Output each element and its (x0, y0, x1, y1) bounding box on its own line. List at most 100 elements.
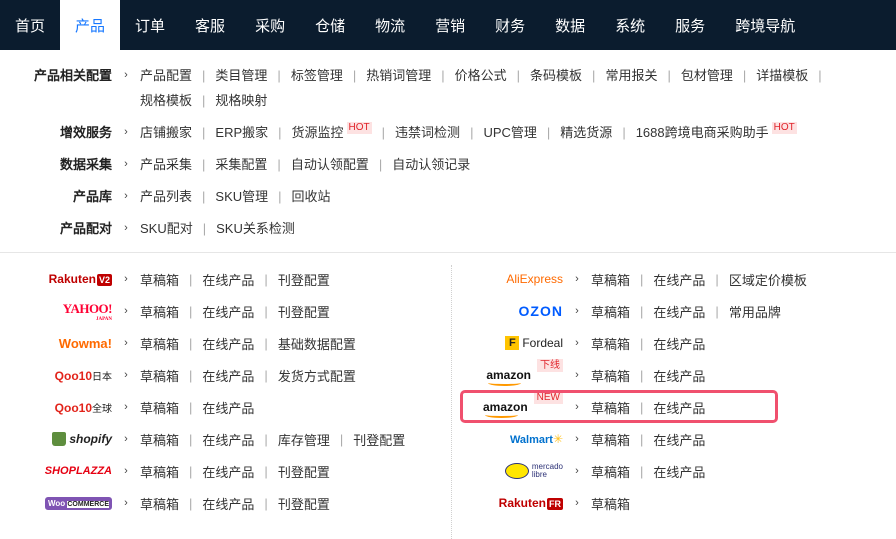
config-link-label[interactable]: 价格公式 (455, 63, 507, 88)
platform-link[interactable]: 常用品牌 (729, 302, 781, 321)
link-separator: | (278, 125, 282, 140)
nav-item-6[interactable]: 物流 (360, 0, 420, 50)
link-separator: | (352, 68, 357, 83)
platform-logo-cell: Rakuten FR (453, 491, 563, 515)
nav-item-0[interactable]: 首页 (0, 0, 60, 50)
nav-item-3[interactable]: 客服 (180, 0, 240, 50)
nav-item-11[interactable]: 服务 (660, 0, 720, 50)
config-link[interactable]: 精选货源 (560, 120, 612, 145)
nav-item-4[interactable]: 采购 (240, 0, 300, 50)
link-separator: | (640, 463, 644, 479)
config-link-label[interactable]: 类目管理 (215, 63, 267, 88)
config-link-label[interactable]: 自动认领配置 (291, 152, 369, 177)
link-separator: | (202, 221, 207, 236)
platform-link[interactable]: 在线产品 (653, 302, 705, 321)
nav-item-1[interactable]: 产品 (60, 0, 121, 50)
config-link-label[interactable]: 采集配置 (215, 152, 267, 177)
nav-item-10[interactable]: 系统 (600, 0, 660, 50)
config-link-label[interactable]: 店铺搬家 (140, 120, 192, 145)
platform-link[interactable]: 在线产品 (653, 430, 705, 449)
platform-link[interactable]: 在线产品 (653, 270, 705, 289)
config-link[interactable]: 产品列表 (140, 184, 192, 209)
config-link[interactable]: 条码模板 (530, 63, 582, 88)
config-link-label[interactable]: 精选货源 (560, 120, 612, 145)
config-row-links: 产品采集 | 采集配置 | 自动认领配置 | 自动认领记录 (140, 152, 852, 177)
chevron-right-icon: › (124, 158, 128, 170)
platform-row: AliExpress › 草稿箱 | 在线产品 | 区域定价模板 (0, 263, 896, 295)
config-link-label[interactable]: UPC管理 (483, 120, 536, 145)
config-link[interactable]: 标签管理 (291, 63, 343, 88)
config-link-label[interactable]: 货源监控 (292, 120, 344, 145)
platform-link[interactable]: 草稿箱 (591, 430, 630, 449)
config-link[interactable]: 采集配置 (215, 152, 267, 177)
platform-row: Rakuten FR › 草稿箱 (0, 487, 896, 519)
platform-link[interactable]: 草稿箱 (591, 366, 630, 385)
nav-item-9[interactable]: 数据 (540, 0, 600, 50)
config-link-label[interactable]: 产品采集 (140, 152, 192, 177)
config-link-label[interactable]: 自动认领记录 (392, 152, 470, 177)
platform-link[interactable]: 草稿箱 (591, 302, 630, 321)
config-link-label[interactable]: 包材管理 (681, 63, 733, 88)
config-link[interactable]: 店铺搬家 (140, 120, 192, 145)
nav-item-5[interactable]: 仓储 (300, 0, 360, 50)
config-link-label[interactable]: 1688跨境电商采购助手 (636, 120, 769, 145)
config-link-label[interactable]: SKU配对 (140, 216, 193, 241)
platform-link[interactable]: 在线产品 (653, 366, 705, 385)
nav-item-7[interactable]: 营销 (420, 0, 480, 50)
link-separator: | (640, 431, 644, 447)
config-link[interactable]: 常用报关 (605, 63, 657, 88)
config-link-label[interactable]: 标签管理 (291, 63, 343, 88)
config-link[interactable]: 自动认领记录 (392, 152, 470, 177)
config-link[interactable]: 价格公式 (455, 63, 507, 88)
platform-link[interactable]: 草稿箱 (591, 270, 630, 289)
config-link-label[interactable]: 规格映射 (215, 88, 267, 113)
config-row-label: 增效服务 (59, 125, 112, 140)
config-link[interactable]: 产品采集 (140, 152, 192, 177)
config-link-label[interactable]: 条码模板 (530, 63, 582, 88)
link-separator: | (470, 125, 474, 140)
platform-link[interactable]: 在线产品 (653, 334, 705, 353)
config-link[interactable]: 类目管理 (215, 63, 267, 88)
config-link[interactable]: 产品配置 (140, 63, 192, 88)
platform-link[interactable]: 草稿箱 (591, 494, 630, 513)
config-row: 数据采集 › 产品采集 | 采集配置 | 自动认领配置 | 自动认领记录 (0, 152, 896, 177)
platform-link[interactable]: 草稿箱 (591, 462, 630, 481)
config-link-label[interactable]: 规格模板 (140, 88, 192, 113)
config-link-label[interactable]: 常用报关 (605, 63, 657, 88)
config-link[interactable]: SKU关系检测 (216, 216, 295, 241)
config-link[interactable]: 自动认领配置 (291, 152, 369, 177)
config-link[interactable]: 1688跨境电商采购助手 HOT (636, 120, 797, 145)
config-link[interactable]: 回收站 (292, 184, 331, 209)
platform-links: 草稿箱 | 在线产品 (591, 462, 705, 481)
config-link[interactable]: 包材管理 (681, 63, 733, 88)
config-link[interactable]: 规格模板 (140, 88, 192, 113)
config-link[interactable]: UPC管理 (483, 120, 536, 145)
config-link-label[interactable]: SKU管理 (215, 184, 268, 209)
config-link[interactable]: SKU配对 (140, 216, 193, 241)
config-link-label[interactable]: 热销词管理 (366, 63, 431, 88)
config-link[interactable]: 货源监控 HOT (292, 120, 372, 145)
config-link-label[interactable]: ERP搬家 (215, 120, 268, 145)
config-link[interactable]: 热销词管理 (366, 63, 431, 88)
config-link-label[interactable]: SKU关系检测 (216, 216, 295, 241)
platform-link[interactable]: 区域定价模板 (729, 270, 807, 289)
config-link-label[interactable]: 回收站 (292, 184, 331, 209)
platform-link[interactable]: 草稿箱 (591, 334, 630, 353)
config-link[interactable]: 详描模板 (756, 63, 808, 88)
config-link-label[interactable]: 产品列表 (140, 184, 192, 209)
platform-link[interactable]: 在线产品 (653, 462, 705, 481)
nav-item-8[interactable]: 财务 (480, 0, 540, 50)
nav-item-2[interactable]: 订单 (120, 0, 180, 50)
config-link[interactable]: 规格映射 (215, 88, 267, 113)
link-separator: | (667, 68, 671, 83)
config-link[interactable]: 违禁词检测 (395, 120, 460, 145)
config-link[interactable]: ERP搬家 (215, 120, 268, 145)
platform-logo: mercado libre (504, 463, 563, 479)
config-link[interactable]: SKU管理 (215, 184, 268, 209)
config-row-links: 产品配置 | 类目管理 | 标签管理 | 热销词管理 | 价格公式 | 条码模板 | 常用报关 | 包材管理… (140, 63, 852, 113)
config-link-label[interactable]: 详描模板 (756, 63, 808, 88)
config-link-label[interactable]: 产品配置 (140, 63, 192, 88)
platform-links: 草稿箱 | 在线产品 (591, 334, 705, 353)
nav-item-12[interactable]: 跨境导航 (720, 0, 810, 50)
config-link-label[interactable]: 违禁词检测 (395, 120, 460, 145)
